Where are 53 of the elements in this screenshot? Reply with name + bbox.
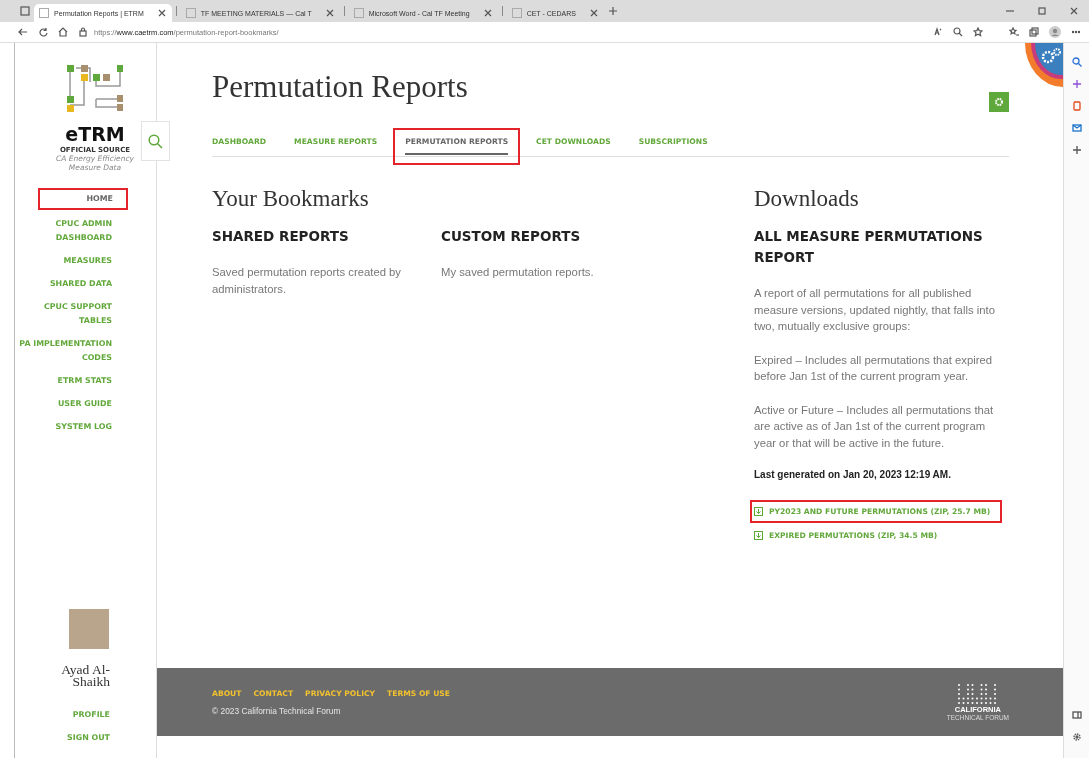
settings-icon[interactable]	[1071, 732, 1082, 742]
settings-button[interactable]	[989, 92, 1009, 112]
page-icon	[39, 8, 49, 18]
collections-icon[interactable]	[1029, 27, 1039, 37]
avatar-photo-placeholder	[69, 609, 109, 649]
favorites-icon[interactable]	[1009, 27, 1019, 37]
favorite-star-icon[interactable]	[973, 27, 983, 37]
settings-icon	[994, 97, 1004, 107]
close-icon[interactable]	[324, 8, 335, 18]
report-description: Active or Future – Includes all permutations that are active as of Jan 1st of the current program year or that will be active in the future.	[754, 402, 995, 451]
section-description: Saved permutation reports created by administrators.	[212, 265, 402, 297]
search-icon[interactable]	[1071, 57, 1082, 67]
user-name: Ayad Al-Shaikh	[60, 664, 110, 688]
settings-flag-icon[interactable]	[1025, 43, 1063, 87]
page-title: Permutation Reports	[212, 71, 468, 102]
mail-icon[interactable]	[1071, 123, 1082, 133]
page-icon	[353, 8, 364, 18]
close-icon[interactable]	[156, 8, 167, 18]
report-description: Expired – Includes all permutations that expired before Jan 1st of the current program year.	[754, 352, 993, 384]
section-heading: CUSTOM REPORTS	[441, 227, 582, 246]
read-aloud-icon[interactable]	[933, 27, 943, 37]
refresh-icon[interactable]	[38, 27, 48, 37]
download-icon	[754, 531, 763, 540]
report-title: ALL MEASURE PERMUTATIONS REPORT	[754, 227, 984, 267]
section-heading: SHARED REPORTS	[212, 227, 350, 246]
lock-icon[interactable]	[78, 27, 88, 37]
maximize-icon[interactable]	[1037, 6, 1047, 16]
search-button[interactable]	[141, 121, 170, 161]
page-icon	[185, 8, 196, 18]
sparkle-icon[interactable]	[1071, 79, 1082, 89]
office-icon[interactable]	[1071, 101, 1082, 111]
zoom-icon[interactable]	[953, 27, 963, 37]
copyright-text: © 2023 California Technical Forum	[212, 705, 342, 716]
new-tab-icon[interactable]	[607, 6, 618, 16]
report-description: A report of all permutations for all published measure versions, updated nightly, that falls into two, mutually exclusive groups:	[754, 286, 996, 334]
close-icon[interactable]	[588, 8, 599, 18]
downloads-heading: Downloads	[754, 187, 860, 210]
bookmarks-heading: Your Bookmarks	[212, 187, 370, 210]
profile-icon[interactable]	[1049, 26, 1061, 38]
home-icon[interactable]	[58, 27, 68, 37]
section-description: My saved permutation reports.	[441, 265, 595, 280]
close-icon[interactable]	[482, 8, 493, 18]
generated-timestamp: Last generated on Jan 20, 2023 12:19 AM.	[754, 469, 952, 480]
back-icon[interactable]	[18, 27, 28, 37]
download-icon	[754, 507, 763, 516]
sidebar-toggle-icon[interactable]	[1071, 710, 1082, 720]
close-icon[interactable]	[1069, 6, 1079, 16]
logo-name: eTRM	[65, 125, 125, 144]
search-icon	[148, 133, 163, 149]
page-icon	[511, 8, 522, 18]
add-icon[interactable]	[1071, 145, 1082, 155]
tab-list-icon[interactable]	[20, 6, 30, 16]
dot-grid-logo-icon	[956, 683, 999, 705]
